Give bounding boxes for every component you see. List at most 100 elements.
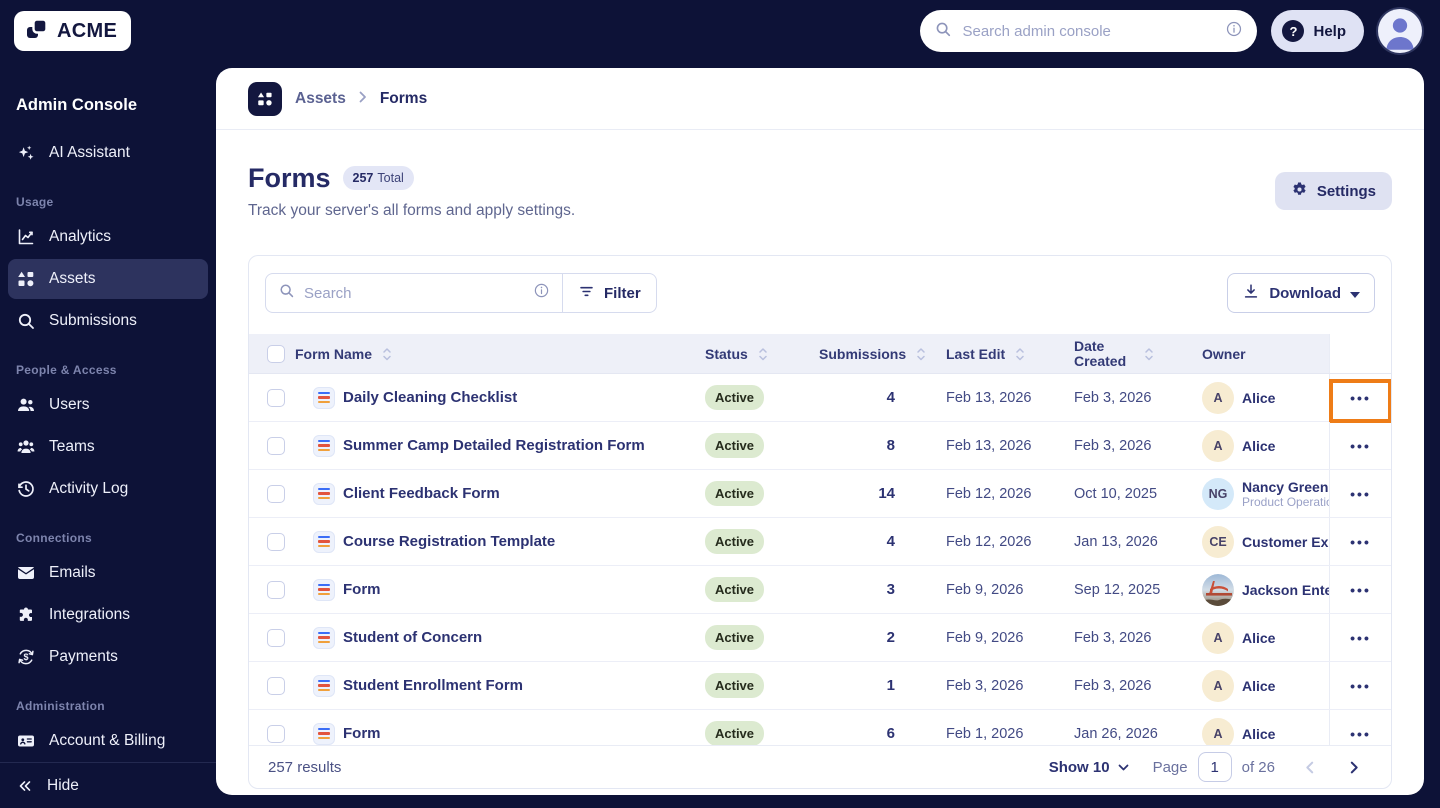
owner-avatar: A — [1202, 621, 1234, 654]
row-actions-button[interactable]: ••• — [1342, 577, 1379, 603]
row-actions-button[interactable]: ••• — [1342, 529, 1379, 555]
row-checkbox[interactable] — [267, 436, 285, 455]
search-icon — [934, 20, 952, 43]
sidebar-title: Admin Console — [16, 96, 138, 114]
sidebar-item-payments[interactable]: $ Payments — [8, 637, 208, 677]
sidebar-item-integrations[interactable]: Integrations — [8, 595, 208, 635]
owner-avatar: A — [1202, 717, 1234, 745]
row-checkbox[interactable] — [267, 628, 285, 647]
column-header-created[interactable]: Date Created — [1073, 338, 1201, 369]
previous-page-button[interactable] — [1299, 757, 1320, 778]
page-total-label: of 26 — [1241, 758, 1275, 776]
filter-icon — [578, 283, 595, 304]
table-search[interactable] — [265, 273, 563, 313]
form-name-cell[interactable]: Client Feedback Form — [295, 482, 705, 505]
table-row: Course Registration Template Active 4 Feb 1… — [249, 518, 1391, 566]
teams-icon — [16, 437, 36, 457]
table-body: Daily Cleaning Checklist Active 4 Feb 13, 2… — [249, 374, 1391, 745]
form-name-cell[interactable]: Course Registration Template — [295, 530, 705, 553]
select-all-checkbox[interactable] — [267, 344, 285, 363]
table-row: Form Active 3 Feb 9, 2026 Sep 12, 2025 Jackso… — [249, 566, 1391, 614]
sidebar-item-account-billing[interactable]: Account & Billing — [8, 721, 208, 761]
global-search[interactable] — [920, 10, 1258, 52]
status-badge: Active — [705, 481, 765, 506]
form-name-cell[interactable]: Summer Camp Detailed Registration Form — [295, 434, 705, 457]
row-actions-cell: ••• — [1329, 710, 1391, 745]
svg-text:$: $ — [23, 652, 28, 662]
sidebar-hide-button[interactable]: Hide — [0, 762, 216, 808]
page-size-select[interactable]: Show 10 — [1049, 759, 1129, 776]
acme-logo[interactable]: ACME — [14, 11, 132, 51]
sidebar-item-activity-log[interactable]: Activity Log — [8, 469, 208, 509]
chevrons-left-icon — [19, 780, 31, 791]
form-icon — [313, 626, 335, 649]
search-icon — [16, 311, 36, 331]
next-page-button[interactable] — [1344, 757, 1365, 778]
form-name-cell[interactable]: Student of Concern — [295, 626, 705, 649]
assets-icon — [16, 269, 36, 289]
last-edit-date: Feb 3, 2026 — [946, 677, 1024, 694]
column-header-submissions[interactable]: Submissions — [814, 346, 945, 362]
filter-button[interactable]: Filter — [563, 273, 657, 313]
form-name-cell[interactable]: Form — [295, 722, 705, 745]
sidebar-item-assets[interactable]: Assets — [8, 259, 208, 299]
row-checkbox[interactable] — [267, 532, 285, 551]
page-title: Forms — [248, 163, 331, 193]
row-checkbox[interactable] — [267, 724, 285, 743]
column-header-status[interactable]: Status — [705, 346, 814, 362]
sidebar-item-emails[interactable]: Emails — [8, 553, 208, 593]
info-icon[interactable] — [1225, 20, 1243, 43]
global-search-input[interactable] — [962, 22, 1216, 40]
row-checkbox[interactable] — [267, 388, 285, 407]
form-name-cell[interactable]: Daily Cleaning Checklist — [295, 386, 705, 409]
user-avatar[interactable] — [1378, 9, 1422, 53]
column-header-lastedit[interactable]: Last Edit — [945, 346, 1073, 362]
page-number-input[interactable] — [1197, 752, 1232, 782]
owner-avatar: A — [1202, 429, 1234, 462]
sidebar-item-analytics[interactable]: Analytics — [8, 217, 208, 257]
row-actions-button[interactable]: ••• — [1342, 481, 1379, 507]
row-actions-button[interactable]: ••• — [1342, 625, 1379, 651]
billing-icon — [16, 731, 36, 751]
sidebar-item-submissions[interactable]: Submissions — [8, 301, 208, 341]
row-actions-button[interactable]: ••• — [1342, 721, 1379, 746]
settings-button[interactable]: Settings — [1274, 172, 1392, 210]
sidebar-item-ai-assistant[interactable]: AI Assistant — [8, 133, 208, 173]
submissions-count: 3 — [886, 581, 895, 598]
results-count: 257 results — [268, 758, 342, 776]
form-name-cell[interactable]: Form — [295, 578, 705, 601]
table-row: Student of Concern Active 2 Feb 9, 2026 Feb … — [249, 614, 1391, 662]
row-actions-button[interactable]: ••• — [1342, 385, 1379, 411]
form-name[interactable]: Student of Concern — [343, 629, 482, 646]
table-search-input[interactable] — [304, 284, 524, 302]
owner-name: Alice — [1242, 629, 1276, 646]
row-actions-cell: ••• — [1329, 374, 1391, 423]
form-name[interactable]: Course Registration Template — [343, 533, 555, 550]
column-header-name[interactable]: Form Name — [295, 346, 705, 362]
ellipsis-icon: ••• — [1350, 725, 1371, 742]
form-name[interactable]: Student Enrollment Form — [343, 677, 523, 694]
row-actions-button[interactable]: ••• — [1342, 673, 1379, 699]
form-name[interactable]: Form — [343, 581, 381, 598]
form-name[interactable]: Daily Cleaning Checklist — [343, 389, 517, 406]
owner-photo-avatar — [1202, 573, 1234, 606]
row-checkbox[interactable] — [267, 676, 285, 695]
sort-icon — [917, 347, 925, 360]
row-actions-button[interactable]: ••• — [1342, 433, 1379, 459]
sidebar-item-users[interactable]: Users — [8, 385, 208, 425]
ellipsis-icon: ••• — [1350, 581, 1371, 598]
form-name-cell[interactable]: Student Enrollment Form — [295, 674, 705, 697]
sort-icon — [383, 347, 391, 360]
owner-cell: A Alice — [1201, 429, 1329, 462]
form-name[interactable]: Summer Camp Detailed Registration Form — [343, 437, 645, 454]
download-button[interactable]: Download — [1227, 273, 1375, 313]
form-name[interactable]: Form — [343, 725, 381, 742]
help-button[interactable]: ? Help — [1271, 10, 1364, 52]
breadcrumb-parent[interactable]: Assets — [295, 90, 346, 108]
row-checkbox[interactable] — [267, 484, 285, 503]
sidebar-item-teams[interactable]: Teams — [8, 427, 208, 467]
form-name[interactable]: Client Feedback Form — [343, 485, 500, 502]
date-created: Jan 26, 2026 — [1074, 725, 1158, 742]
row-checkbox[interactable] — [267, 580, 285, 599]
info-icon[interactable] — [533, 282, 550, 304]
